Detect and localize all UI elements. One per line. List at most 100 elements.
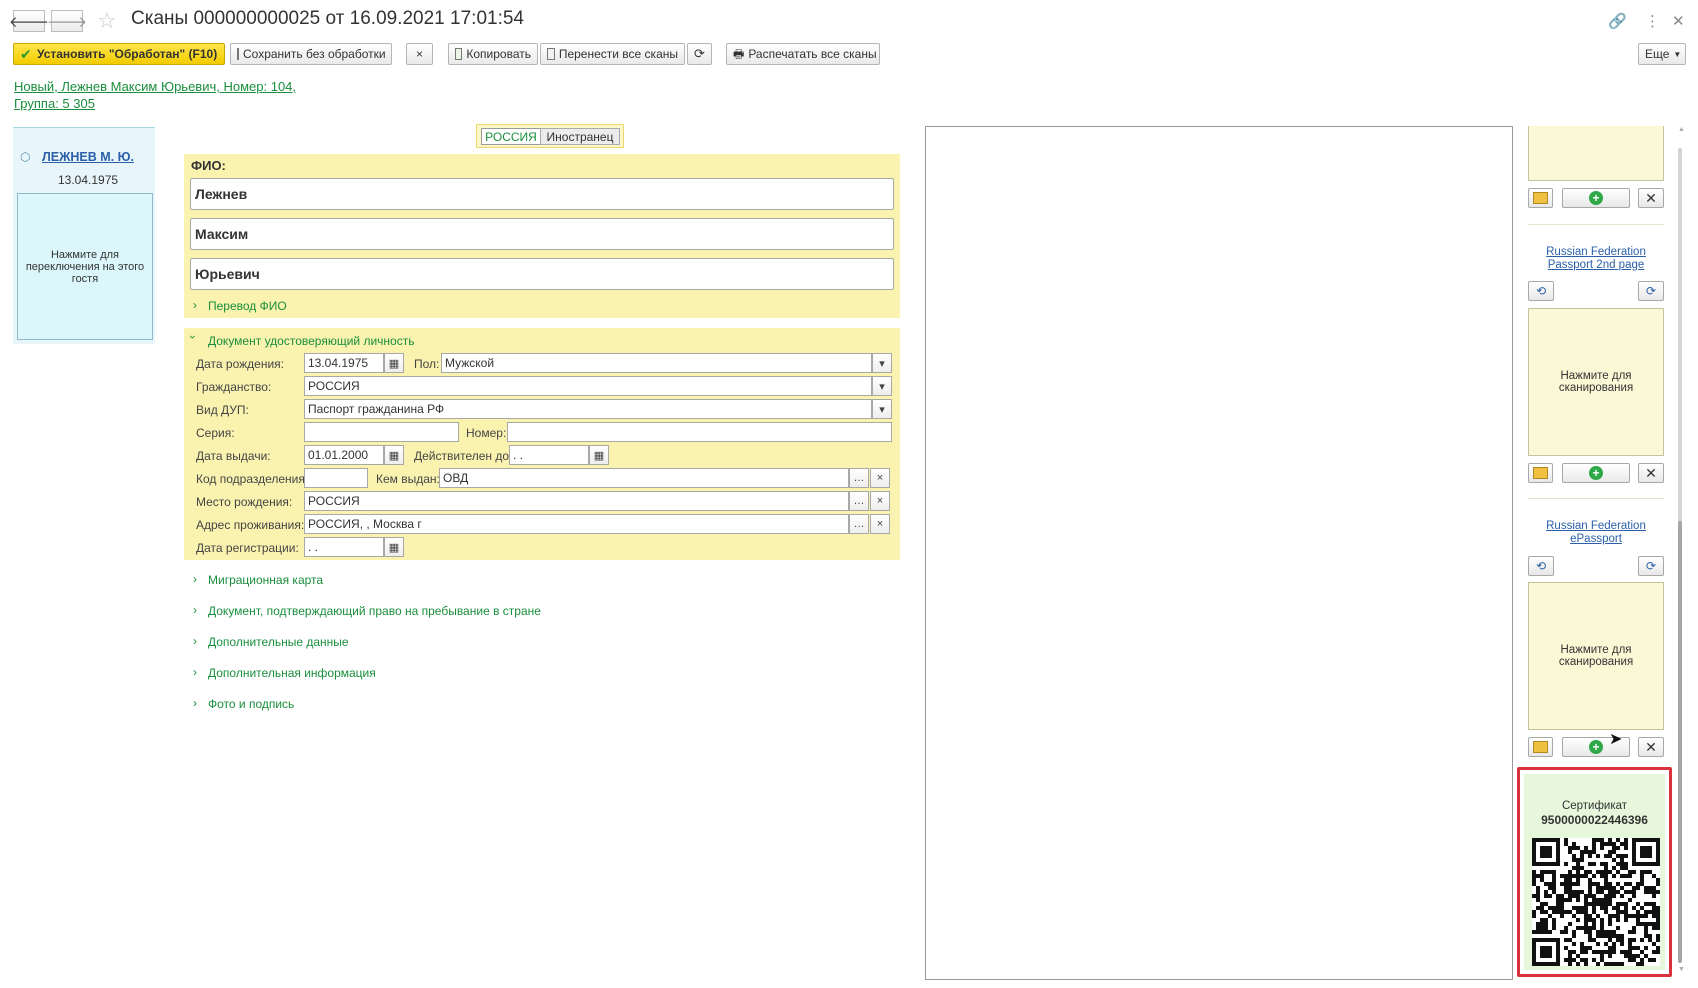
birth-date-input[interactable]: 13.04.1975 bbox=[304, 353, 384, 373]
photo-signature-toggle[interactable]: Фото и подпись bbox=[208, 697, 294, 711]
dept-code-input[interactable] bbox=[304, 468, 368, 488]
clear-icon[interactable]: × bbox=[870, 468, 890, 488]
move-icon bbox=[547, 48, 555, 60]
delete-scan-button[interactable]: ✕ bbox=[1638, 463, 1664, 483]
translate-fio-toggle[interactable]: Перевод ФИО bbox=[208, 299, 287, 313]
copy-button[interactable]: Копировать bbox=[448, 43, 538, 65]
rotate-right-button[interactable]: ⟳ bbox=[1638, 556, 1664, 576]
ellipsis-icon[interactable]: … bbox=[849, 468, 869, 488]
search-rotate-icon: ⟲ bbox=[1535, 284, 1547, 298]
folder-icon bbox=[1533, 467, 1548, 479]
plus-circle-icon: + bbox=[1589, 191, 1603, 205]
clear-icon[interactable]: × bbox=[870, 491, 890, 511]
rotate-right-button[interactable]: ⟳ bbox=[1638, 281, 1664, 301]
birthplace-input[interactable]: РОССИЯ bbox=[304, 491, 849, 511]
issue-date-input[interactable]: 01.01.2000 bbox=[304, 445, 384, 465]
save-without-processing-button[interactable]: Сохранить без обработки bbox=[230, 43, 392, 65]
chevron-right-icon: › bbox=[193, 634, 197, 648]
switch-guest-button[interactable]: Нажмите для переключения на этого гостя bbox=[17, 193, 153, 340]
set-processed-button[interactable]: ✔ Установить "Обработан" (F10) bbox=[13, 43, 225, 65]
dropdown-arrow-icon[interactable]: ▾ bbox=[872, 353, 892, 373]
guest-name-link[interactable]: ЛЕЖНЕВ М. Ю. bbox=[42, 150, 134, 164]
separator bbox=[1528, 224, 1664, 225]
scan-preview-area[interactable] bbox=[925, 126, 1513, 980]
scan-list-scrollbar[interactable]: ▲ ▼ bbox=[1675, 126, 1685, 980]
calendar-icon[interactable]: ▦ bbox=[384, 353, 404, 373]
group-link[interactable]: Группа: 5 305 bbox=[14, 96, 95, 111]
scan-item-passport-2nd-page[interactable]: Russian Federation Passport 2nd page bbox=[1528, 246, 1664, 272]
dropdown-arrow-icon[interactable]: ▾ bbox=[872, 399, 892, 419]
rotate-left-button[interactable]: ⟲ bbox=[1528, 556, 1554, 576]
scan-slot-top[interactable] bbox=[1528, 126, 1664, 181]
calendar-icon[interactable]: ▦ bbox=[589, 445, 609, 465]
scan-slot-epassport[interactable]: Нажмите для сканирования bbox=[1528, 582, 1664, 730]
search-rotate-icon: ⟳ bbox=[1645, 284, 1657, 298]
close-form-button[interactable]: × bbox=[406, 43, 433, 65]
upload-folder-button[interactable] bbox=[1528, 463, 1553, 483]
number-input[interactable] bbox=[507, 422, 892, 442]
issue-date-label: Дата выдачи: bbox=[196, 449, 271, 463]
last-name-input[interactable]: Лежнев bbox=[190, 178, 894, 210]
first-name-input[interactable]: Максим bbox=[190, 218, 894, 250]
migration-card-toggle[interactable]: Миграционная карта bbox=[208, 573, 323, 587]
sex-label: Пол: bbox=[414, 357, 440, 371]
check-icon: ✔ bbox=[20, 45, 32, 62]
clear-icon[interactable]: × bbox=[870, 514, 890, 534]
guest-status-icon: ⬡ bbox=[20, 150, 31, 164]
refresh-scans-button[interactable]: ⟳ bbox=[687, 43, 712, 65]
identity-doc-toggle[interactable]: Документ удостоверяющий личность bbox=[208, 334, 414, 348]
registration-date-input[interactable]: . . bbox=[304, 537, 384, 557]
favorite-star-icon[interactable]: ☆ bbox=[97, 8, 117, 34]
print-all-scans-button[interactable]: 🖶 Распечатать все сканы bbox=[726, 43, 880, 65]
address-label: Адрес проживания: bbox=[196, 518, 305, 532]
scroll-thumb[interactable] bbox=[1678, 521, 1682, 963]
delete-scan-button[interactable]: ✕ bbox=[1638, 737, 1664, 757]
plus-circle-icon: + bbox=[1589, 740, 1603, 754]
extra-info-toggle[interactable]: Дополнительная информация bbox=[208, 666, 376, 680]
scan-slot-passport-2nd-page[interactable]: Нажмите для сканирования bbox=[1528, 308, 1664, 456]
close-icon[interactable]: ✕ bbox=[1672, 12, 1685, 30]
sex-select[interactable]: Мужской bbox=[441, 353, 872, 373]
add-scan-button[interactable]: + bbox=[1562, 463, 1630, 483]
dept-code-label: Код подразделения: bbox=[196, 472, 309, 486]
ellipsis-icon[interactable]: … bbox=[849, 491, 869, 511]
dropdown-arrow-icon[interactable]: ▾ bbox=[872, 376, 892, 396]
valid-until-input[interactable]: . . bbox=[509, 445, 589, 465]
scroll-up-icon[interactable]: ▲ bbox=[1678, 126, 1685, 133]
back-button[interactable]: 🡐 bbox=[9, 10, 49, 32]
tab-foreigner[interactable]: Иностранец bbox=[540, 128, 620, 145]
calendar-icon[interactable]: ▦ bbox=[384, 537, 404, 557]
tab-russia[interactable]: РОССИЯ bbox=[481, 128, 541, 145]
delete-scan-button[interactable]: ✕ bbox=[1638, 188, 1664, 208]
issuer-input[interactable]: ОВД bbox=[439, 468, 849, 488]
ellipsis-icon[interactable]: … bbox=[849, 514, 869, 534]
stay-doc-toggle[interactable]: Документ, подтверждающий право на пребыв… bbox=[208, 604, 541, 618]
more-menu-button[interactable]: Еще ▼ bbox=[1638, 43, 1686, 65]
guest-info-link[interactable]: Новый, Лежнев Максим Юрьевич, Номер: 104… bbox=[14, 79, 296, 94]
upload-folder-button[interactable] bbox=[1528, 737, 1553, 757]
middle-name-input[interactable]: Юрьевич bbox=[190, 258, 894, 290]
calendar-icon[interactable]: ▦ bbox=[384, 445, 404, 465]
separator bbox=[1528, 498, 1664, 499]
qr-code-image bbox=[1532, 838, 1660, 966]
birthplace-label: Место рождения: bbox=[196, 495, 293, 509]
certificate-panel: Сертификат 9500000022446396 bbox=[1517, 767, 1672, 977]
move-all-scans-button[interactable]: Перенести все сканы bbox=[540, 43, 685, 65]
series-input[interactable] bbox=[304, 422, 459, 442]
add-scan-button[interactable]: + bbox=[1562, 188, 1630, 208]
upload-folder-button[interactable] bbox=[1528, 188, 1553, 208]
citizenship-select[interactable]: РОССИЯ bbox=[304, 376, 872, 396]
series-label: Серия: bbox=[196, 426, 235, 440]
refresh-icon: ⟳ bbox=[694, 46, 705, 61]
doc-type-select[interactable]: Паспорт гражданина РФ bbox=[304, 399, 872, 419]
more-vertical-icon[interactable]: ⋮ bbox=[1645, 12, 1660, 30]
valid-until-label: Действителен до: bbox=[414, 449, 513, 463]
address-input[interactable]: РОССИЯ, , Москва г bbox=[304, 514, 849, 534]
rotate-left-button[interactable]: ⟲ bbox=[1528, 281, 1554, 301]
scan-item-epassport[interactable]: Russian Federation ePassport bbox=[1528, 520, 1664, 546]
link-icon[interactable]: 🔗 bbox=[1608, 12, 1627, 30]
scroll-down-icon[interactable]: ▼ bbox=[1678, 966, 1685, 973]
forward-button[interactable]: 🡒 bbox=[47, 10, 87, 32]
extra-data-toggle[interactable]: Дополнительные данные bbox=[208, 635, 349, 649]
close-icon: ✕ bbox=[1645, 189, 1657, 206]
